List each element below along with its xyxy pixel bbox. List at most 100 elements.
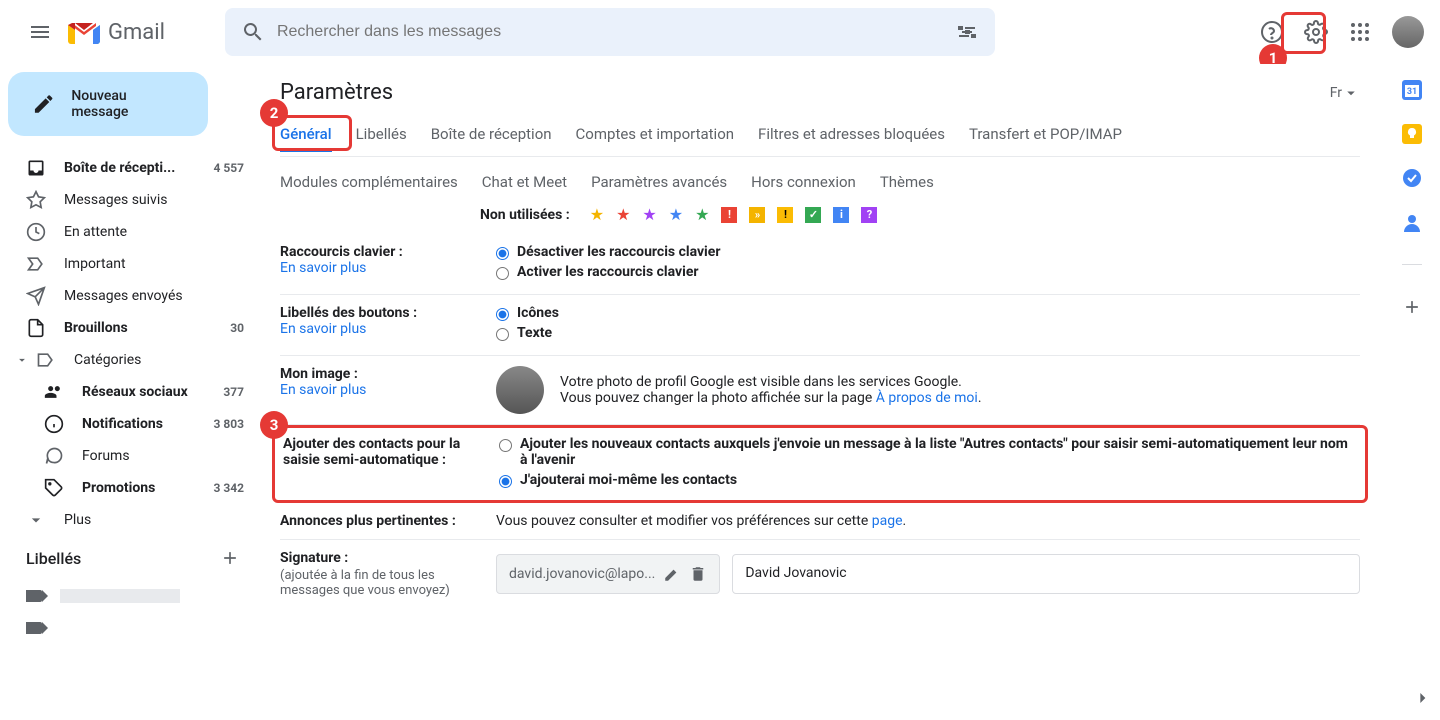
label-icon [26,590,42,602]
sidebar-item-count: 377 [223,385,244,399]
menu-button[interactable] [16,8,64,56]
star-orange[interactable]: ★ [590,205,604,224]
learn-more-link[interactable]: En savoir plus [280,321,366,337]
info-icon [44,414,64,434]
sidebar-item-inbox[interactable]: Boîte de récepti... 4 557 [0,152,256,184]
setting-label-text: Signature : [280,550,348,566]
sidebar-item-count: 4 557 [213,161,244,175]
radio-label[interactable]: Désactiver les raccourcis clavier [517,244,720,260]
radio-label[interactable]: Icônes [517,305,559,321]
badge-purple-question[interactable]: ? [861,207,877,223]
search-bar[interactable] [225,8,995,56]
label-item[interactable] [0,580,256,612]
sidebar-item-promos[interactable]: Promotions 3 342 [0,472,256,504]
sidebar-item-forums[interactable]: Forums [0,440,256,472]
sidebar-item-starred[interactable]: Messages suivis [0,184,256,216]
settings-tabs-row2: Modules complémentaires Chat et Meet Par… [280,169,1360,195]
radio-btnlabels-icons[interactable] [496,308,509,321]
sidebar-item-categories[interactable]: Catégories [0,344,256,376]
setting-my-picture: Mon image : En savoir plus Votre photo d… [280,356,1360,425]
badge-blue-info[interactable]: i [833,207,849,223]
radio-label[interactable]: Activer les raccourcis clavier [517,264,699,280]
draft-icon [26,318,46,338]
setting-label-text: Annonces plus pertinentes : [280,513,456,529]
hide-panel-button[interactable] [1412,688,1432,708]
gear-icon [1304,20,1328,44]
tab-accounts[interactable]: Comptes et importation [576,121,735,152]
labels-header: Libellés [0,536,256,580]
learn-more-link[interactable]: En savoir plus [280,260,366,276]
tab-themes[interactable]: Thèmes [880,169,934,195]
ads-page-link[interactable]: page [872,513,903,529]
sidebar-item-social[interactable]: Réseaux sociaux 377 [0,376,256,408]
trash-icon[interactable] [689,565,707,583]
sidebar-item-important[interactable]: Important [0,248,256,280]
calendar-app-icon[interactable]: 31 [1402,80,1422,100]
sidebar-item-more[interactable]: Plus [0,504,256,536]
sidebar-item-label: En attente [64,224,244,240]
star-green[interactable]: ★ [695,205,709,224]
tab-general[interactable]: Général [280,121,332,152]
pencil-icon[interactable] [663,565,681,583]
radio-label[interactable]: Texte [517,325,552,341]
setting-label-text: Raccourcis clavier : [280,244,403,260]
radio-autocontacts-on[interactable] [499,439,512,452]
radio-label[interactable]: J'ajouterai moi-même les contacts [520,472,737,488]
tasks-app-icon[interactable] [1402,168,1422,188]
sent-icon [26,286,46,306]
keep-app-icon[interactable] [1402,124,1422,144]
tab-pop[interactable]: Transfert et POP/IMAP [969,121,1122,152]
tab-chat[interactable]: Chat et Meet [482,169,567,195]
sidebar-item-label: Notifications [82,416,213,432]
ads-text: Vous pouvez consulter et modifier vos pr… [496,513,872,529]
star-purple[interactable]: ★ [642,205,656,224]
gmail-logo[interactable]: Gmail [68,20,165,45]
radio-shortcuts-on[interactable] [496,267,509,280]
tab-inbox[interactable]: Boîte de réception [431,121,552,152]
settings-button[interactable] [1296,12,1336,52]
learn-more-link[interactable]: En savoir plus [280,382,366,398]
badge-orange-arrow[interactable]: » [749,207,765,223]
callout-3-box: Ajouter des contacts pour la saisie semi… [272,425,1368,503]
plus-icon[interactable] [220,548,240,568]
radio-btnlabels-text[interactable] [496,328,509,341]
badge-green-check[interactable]: ✓ [805,207,821,223]
radio-autocontacts-off[interactable] [499,475,512,488]
tab-advanced[interactable]: Paramètres avancés [591,169,727,195]
apps-button[interactable] [1340,12,1380,52]
tab-labels[interactable]: Libellés [356,121,407,152]
language-selector[interactable]: Fr [1330,84,1360,102]
star-blue[interactable]: ★ [669,205,683,224]
add-app-icon[interactable] [1402,297,1422,317]
setting-signature: Signature : (ajoutée à la fin de tous le… [280,540,1360,608]
tab-offline[interactable]: Hors connexion [751,169,856,195]
tab-filters[interactable]: Filtres et adresses bloquées [758,121,945,152]
contacts-app-icon[interactable] [1402,212,1422,232]
profile-text-2: Vous pouvez changer la photo affichée su… [560,390,876,406]
sidebar-item-updates[interactable]: Notifications 3 803 [0,408,256,440]
sidebar-item-snoozed[interactable]: En attente [0,216,256,248]
sidebar-item-label: Messages suivis [64,192,244,208]
sidebar-item-sent[interactable]: Messages envoyés [0,280,256,312]
pencil-icon [32,92,55,116]
setting-label-text: Ajouter des contacts pour la saisie semi… [283,436,460,468]
signature-editor[interactable]: David Jovanovic [732,554,1360,594]
search-options-icon[interactable] [955,20,979,44]
sidebar-item-drafts[interactable]: Brouillons 30 [0,312,256,344]
search-icon [241,20,265,44]
label-item[interactable] [0,612,256,644]
signature-selector[interactable]: david.jovanovic@lapo... [496,554,720,594]
sidebar: Nouveau message Boîte de récepti... 4 55… [0,64,256,720]
tab-addons[interactable]: Modules complémentaires [280,169,458,195]
account-avatar[interactable] [1392,16,1424,48]
badge-red-exclaim[interactable]: ! [721,207,737,223]
radio-label[interactable]: Ajouter les nouveaux contacts auxquels j… [520,436,1357,468]
signature-content: David Jovanovic [745,565,846,581]
profile-avatar[interactable] [496,366,544,414]
search-input[interactable] [277,23,955,41]
compose-button[interactable]: Nouveau message [8,72,208,136]
badge-yellow-exclaim[interactable]: ! [777,207,793,223]
radio-shortcuts-off[interactable] [496,247,509,260]
star-red[interactable]: ★ [616,205,630,224]
about-me-link[interactable]: À propos de moi [876,390,978,406]
